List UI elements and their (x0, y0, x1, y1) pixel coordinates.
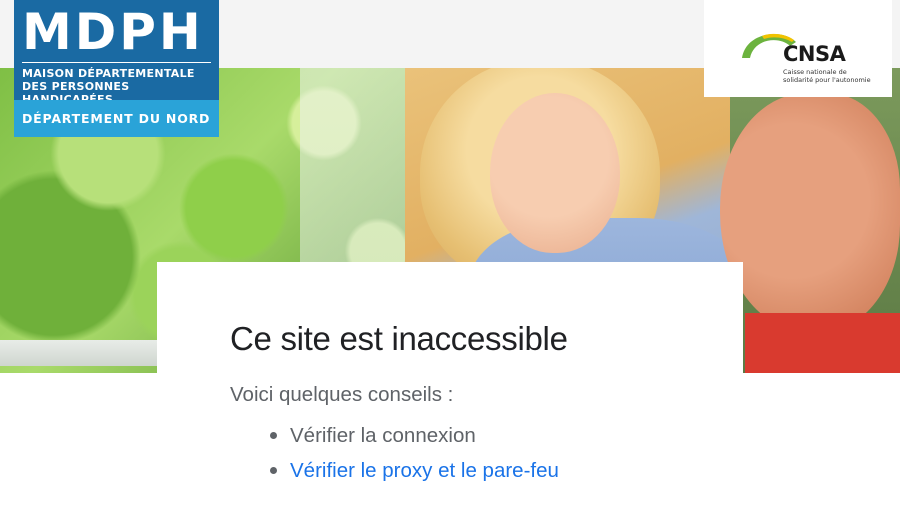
cnsa-logo-name: CNSA (783, 42, 846, 66)
tip-check-connection: Vérifier la connexion (290, 424, 476, 447)
error-tips-list: Vérifier la connexion Vérifier le proxy … (270, 418, 559, 488)
tip-check-proxy-link[interactable]: Vérifier le proxy et le pare-feu (290, 459, 559, 482)
error-intro: Voici quelques conseils : (230, 383, 454, 406)
error-title: Ce site est inaccessible (230, 320, 568, 357)
tip-item: Vérifier le proxy et le pare-feu (270, 453, 559, 488)
bullet-icon (270, 432, 277, 439)
tip-item: Vérifier la connexion (270, 418, 559, 453)
mdph-logo-department: DÉPARTEMENT DU NORD (14, 100, 219, 137)
mdph-logo-title: MDPH (22, 3, 204, 61)
cnsa-logo-tagline: Caisse nationale de solidarité pour l'au… (783, 68, 871, 84)
cnsa-logo[interactable]: CNSA Caisse nationale de solidarité pour… (704, 0, 892, 97)
error-card: Ce site est inaccessible Voici quelques … (157, 262, 743, 525)
mdph-logo[interactable]: MDPH MAISON DÉPARTEMENTALE DES PERSONNES… (14, 0, 219, 137)
bullet-icon (270, 467, 277, 474)
